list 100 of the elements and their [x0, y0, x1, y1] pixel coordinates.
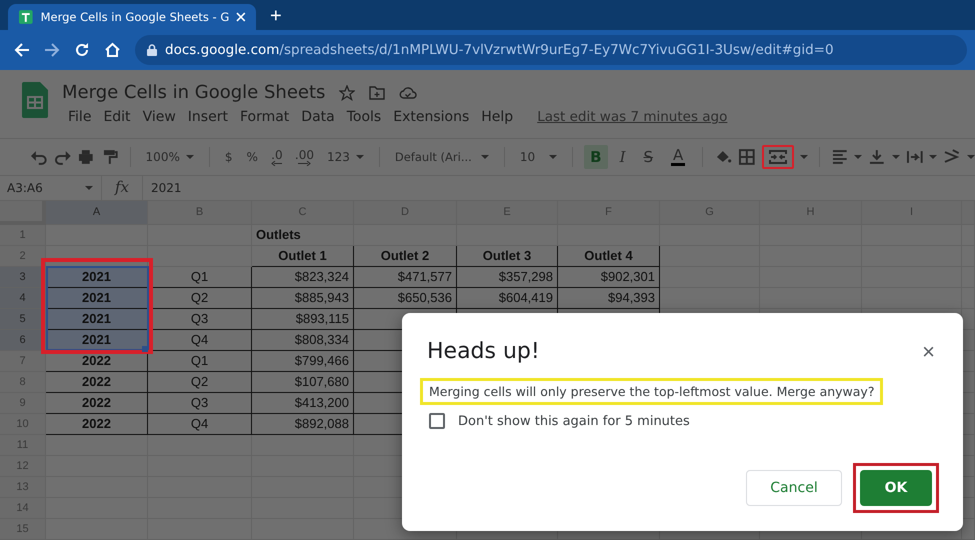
table-cell[interactable]: 2022 [46, 351, 148, 372]
bold-button[interactable]: B [584, 145, 608, 169]
close-button[interactable]: × [918, 340, 939, 362]
strikethrough-button[interactable]: S [638, 145, 660, 169]
menu-item[interactable]: Format [234, 107, 296, 127]
checkbox[interactable] [429, 413, 445, 429]
table-cell[interactable] [252, 435, 354, 456]
ok-button[interactable]: OK [860, 470, 932, 506]
menu-item[interactable]: File [62, 107, 98, 127]
formula-input[interactable]: 2021 [143, 181, 182, 195]
home-icon[interactable] [104, 42, 121, 58]
table-cell[interactable]: Q2 [148, 372, 252, 393]
menu-item[interactable]: Tools [340, 107, 388, 127]
reload-icon[interactable] [74, 42, 90, 58]
cloud-icon[interactable] [399, 86, 418, 100]
currency-button[interactable]: $ [220, 150, 236, 164]
text-wrap-icon[interactable] [906, 148, 924, 166]
row-header[interactable]: 6 [0, 330, 46, 351]
fill-handle[interactable] [142, 346, 148, 352]
column-header[interactable]: A [46, 201, 148, 225]
table-cell[interactable]: 2022 [46, 414, 148, 435]
arrow-icon [297, 160, 312, 166]
text-color-button[interactable]: A [665, 145, 692, 169]
row-header[interactable]: 3 [0, 267, 46, 288]
table-cell[interactable] [660, 267, 760, 288]
decrease-decimal-button[interactable]: .0 [268, 148, 286, 166]
table-cell[interactable] [457, 225, 558, 246]
table-cell[interactable]: Outlet 2 [354, 246, 457, 267]
vertical-align-icon[interactable] [868, 148, 886, 166]
sheets-logo-icon[interactable] [22, 82, 48, 118]
browser-tab[interactable]: Merge Cells in Google Sheets - G [8, 4, 256, 30]
table-cell[interactable]: Q2 [148, 288, 252, 309]
menu-item[interactable]: Edit [97, 107, 137, 127]
table-cell[interactable]: $107,680 [252, 372, 354, 393]
table-cell[interactable]: Q1 [148, 267, 252, 288]
table-cell[interactable]: $413,200 [252, 393, 354, 414]
merge-cells-button[interactable] [762, 145, 794, 169]
table-cell[interactable] [354, 225, 457, 246]
table-cell[interactable]: Q3 [148, 309, 252, 330]
menu-item[interactable]: Extensions [387, 107, 476, 127]
row-header[interactable]: 4 [0, 288, 46, 309]
table-cell[interactable]: 2021 [46, 309, 148, 330]
font-dropdown[interactable]: Default (Ari... [390, 150, 493, 164]
table-cell[interactable]: Q4 [148, 330, 252, 351]
table-cell[interactable] [660, 225, 760, 246]
table-cell[interactable]: $799,466 [252, 351, 354, 372]
table-cell[interactable]: 2022 [46, 372, 148, 393]
number-format-dropdown[interactable]: 123 [322, 150, 368, 164]
table-cell[interactable]: $357,298 [457, 267, 558, 288]
name-box[interactable]: A3:A6 [0, 176, 102, 200]
zoom-dropdown[interactable]: 100% [142, 150, 198, 164]
table-cell[interactable] [558, 225, 660, 246]
table-cell[interactable]: $902,301 [558, 267, 660, 288]
menu-item[interactable]: Data [295, 107, 341, 127]
menu-item[interactable]: Insert [182, 107, 234, 127]
table-cell[interactable]: Outlet 1 [252, 246, 354, 267]
table-cell[interactable]: Q3 [148, 393, 252, 414]
menu-item[interactable]: Help [475, 107, 520, 127]
borders-icon[interactable] [738, 148, 756, 166]
table-cell[interactable]: 2021 [46, 267, 148, 288]
table-cell[interactable]: $885,943 [252, 288, 354, 309]
back-icon[interactable] [14, 42, 30, 58]
table-cell[interactable] [660, 246, 760, 267]
address-bar[interactable]: docs.google.com/spreadsheets/d/1nMPLWU-7vlVzrwtWr9urEg7-Ey7Wc7YivuGG1I-3Usw/edit#gid=0 [135, 35, 967, 65]
close-icon[interactable] [236, 12, 246, 22]
table-cell[interactable]: $823,324 [252, 267, 354, 288]
table-cell[interactable]: $650,536 [354, 288, 457, 309]
table-cell[interactable]: $808,334 [252, 330, 354, 351]
document-title[interactable]: Merge Cells in Google Sheets [62, 82, 326, 103]
font-size-dropdown[interactable]: 10 [516, 150, 562, 164]
menu-item[interactable]: View [136, 107, 182, 127]
checkbox-label[interactable]: Don't show this again for 5 minutes [458, 414, 690, 428]
table-cell[interactable] [660, 288, 760, 309]
table-cell[interactable]: Q1 [148, 351, 252, 372]
table-cell[interactable]: Outlets [252, 225, 354, 246]
table-cell[interactable] [46, 435, 148, 456]
table-cell[interactable]: $94,393 [558, 288, 660, 309]
table-cell[interactable]: Outlet 3 [457, 246, 558, 267]
table-cell[interactable]: 2022 [46, 393, 148, 414]
folder-icon[interactable] [369, 86, 386, 100]
undo-icon[interactable] [30, 148, 48, 166]
table-cell[interactable]: Outlet 4 [558, 246, 660, 267]
increase-decimal-button[interactable]: .00 [292, 148, 317, 166]
print-icon[interactable] [77, 148, 95, 166]
align-icon[interactable] [830, 148, 848, 166]
last-edit-link[interactable]: Last edit was 7 minutes ago [537, 109, 728, 125]
table-cell[interactable] [148, 435, 252, 456]
table-cell[interactable]: $604,419 [457, 288, 558, 309]
forward-icon[interactable] [44, 42, 60, 58]
table-cell[interactable]: Q4 [148, 414, 252, 435]
italic-button[interactable]: I [614, 145, 632, 169]
cancel-button[interactable]: Cancel [746, 470, 842, 506]
new-tab-button[interactable]: + [270, 6, 282, 26]
row-header[interactable]: 5 [0, 309, 46, 330]
table-cell[interactable]: $892,088 [252, 414, 354, 435]
table-cell[interactable]: $893,115 [252, 309, 354, 330]
table-cell[interactable]: $471,577 [354, 267, 457, 288]
table-cell[interactable]: 2021 [46, 288, 148, 309]
star-icon[interactable] [339, 84, 356, 100]
percent-button[interactable]: % [242, 150, 262, 164]
